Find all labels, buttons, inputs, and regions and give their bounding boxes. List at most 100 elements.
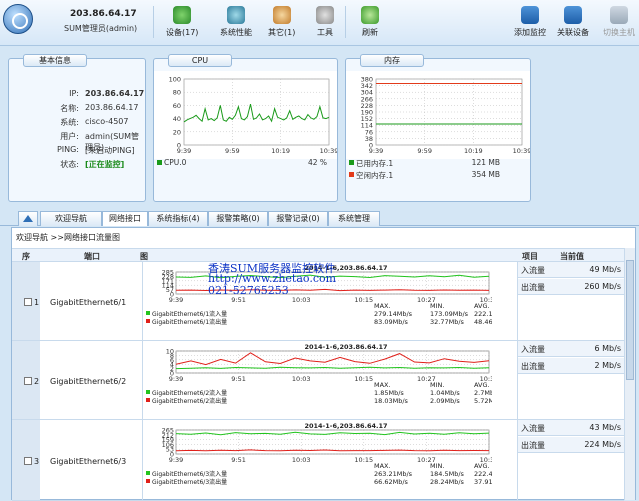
x-tick-label: 9:39 [169,296,184,304]
legend-swatch [146,319,150,323]
tools-button[interactable]: 工具 [316,6,334,38]
x-tick-label: 10:39 [513,147,530,155]
y-tick-label: 80 [173,89,181,97]
associate-device-button[interactable]: 关联设备 [557,6,589,38]
router-logo-icon [3,4,33,34]
row-checkbox[interactable] [24,377,32,385]
stat-value: 279.14Mb/s [374,310,413,318]
x-tick-label: 10:15 [354,296,373,304]
tab-alarm-policy[interactable]: 报警策略(0) [208,211,268,226]
row-checkbox[interactable] [24,457,32,465]
x-tick-label: 10:19 [464,147,483,155]
refresh-button[interactable]: 刷新 [361,6,379,38]
scrollbar-thumb[interactable] [626,260,634,380]
system-performance-button[interactable]: 系统性能 [220,6,252,38]
tab-system-metrics[interactable]: 系统指标(4) [148,211,208,226]
legend-label: GigabitEthernet6/3流入量 [152,470,227,478]
out-traffic-value: 2 Mb/s [594,361,621,370]
legend-label: GigabitEthernet6/3流出量 [152,478,227,486]
port-name: GigabitEthernet6/1 [50,298,127,307]
add-monitor-button[interactable]: 添加监控 [514,6,546,38]
cpu-legend-swatch [157,160,162,165]
stat-value: 173.09Mb/s [430,310,469,318]
series-line-2 [175,449,490,452]
stat-value: 28.24Mb/s [430,478,465,486]
home-tab[interactable] [18,211,38,226]
memory-chart: 380342304266228190152114763809:39 9:59 10:… [346,71,530,159]
interface-traffic-chart: 2014-1-6,203.86.64.1710864209:39 9:51 10:0… [146,343,492,405]
cpu-chart: 1008060402009:39 9:59 10:19 10:39 [154,71,337,159]
legend-label: GigabitEthernet6/2流出量 [152,397,227,405]
in-traffic-stat: 入流量 6 Mb/s [518,341,624,357]
performance-icon [227,6,245,24]
y-tick-label: 20 [173,128,181,136]
x-tick-label: 9:39 [177,147,192,155]
stat-value: 5.72Mb/s [474,397,492,405]
info-ping: [未启动PING] [85,146,135,155]
stat-value: 222.49Mb/s [474,470,492,478]
stat-header: MAX. [374,381,391,389]
devices-icon [173,6,192,24]
scrollbar[interactable] [624,248,635,500]
x-tick-label: 10:19 [271,147,290,155]
stat-value: 1.04Mb/s [430,389,460,397]
x-tick-label: 9:39 [169,456,184,464]
host-ip: 203.86.64.17 [70,9,137,19]
stat-header: MIN. [430,462,444,470]
x-tick-label: 9:39 [169,375,184,383]
tab-alarm-records[interactable]: 报警记录(0) [268,211,328,226]
y-tick-label: 100 [169,76,181,84]
legend-label: GigabitEthernet6/1流入量 [152,310,227,318]
current-user: SUM管理员(admin) [64,24,138,33]
basic-info-tab: 基本信息 [23,54,87,67]
row-number: 1 [34,298,40,307]
stat-value: 263.21Mb/s [374,470,413,478]
legend-swatch [146,311,150,315]
row-checkbox[interactable] [24,298,32,306]
out-traffic-value: 260 Mb/s [584,282,621,291]
in-traffic-stat: 入流量 43 Mb/s [518,420,624,436]
port-name: GigabitEthernet6/3 [50,457,127,466]
stat-value: 222.15Mb/s [474,310,492,318]
breadcrumb: 欢迎导航 >>网络接口流量图 [16,233,120,242]
tab-system-admin[interactable]: 系统管理 [328,211,380,226]
out-traffic-value: 224 Mb/s [584,440,621,449]
add-monitor-icon [521,6,539,24]
other-icon [272,6,291,24]
other-button[interactable]: 其它(1) [268,6,295,38]
switch-host-button[interactable]: 切换主机 [603,6,635,38]
used-mem-swatch [349,160,354,165]
y-tick-label: 40 [173,115,181,123]
info-status: [正在监控] [85,160,125,169]
stat-value: 37.91Mb/s [474,478,492,486]
x-tick-label: 9:51 [231,456,246,464]
legend-swatch [146,479,150,483]
out-traffic-stat: 出流量 2 Mb/s [518,358,624,374]
basic-info-panel: 基本信息 IP: 203.86.64.17 名称: 203.86.64.17 系统:… [8,54,146,202]
stat-value: 48.46Mb/s [474,318,492,326]
stat-value: 18.03Mb/s [374,397,409,405]
y-tick-label: 60 [173,102,181,110]
stat-value: 2.09Mb/s [430,397,460,405]
legend-label: GigabitEthernet6/2流入量 [152,389,227,397]
plot-area [175,350,490,374]
x-tick-label: 9:59 [225,147,240,155]
table-row: 3 GigabitEthernet6/3 入流量 43 Mb/s 出流量 224 M… [12,420,624,501]
free-mem-label: 空闲内存.1 [356,171,394,180]
interface-traffic-chart: 2014-1-6,203.86.64.172652121591065309:39… [146,422,492,486]
tab-network[interactable]: 网络接口 [102,211,148,226]
row-number: 3 [34,457,40,466]
tab-welcome[interactable]: 欢迎导航 [40,211,102,226]
devices-button[interactable]: 设备(17) [166,6,198,38]
in-traffic-value: 6 Mb/s [594,344,621,353]
home-arrow-icon [23,215,33,222]
stat-header: AVG. [474,381,490,389]
legend-label: GigabitEthernet6/1流出量 [152,318,227,326]
memory-tab: 内存 [360,54,424,67]
x-tick-label: 9:51 [231,375,246,383]
x-tick-label: 10:39 [320,147,337,155]
legend-swatch [146,398,150,402]
tab-bar: 欢迎导航 网络接口 系统指标(4) 报警策略(0) 报警记录(0) 系统管理 [0,208,639,226]
x-tick-label: 9:51 [231,296,246,304]
content-area: 欢迎导航 >>网络接口流量图 序 端口 图 项目 当前值 1 GigabitEt… [11,227,636,501]
